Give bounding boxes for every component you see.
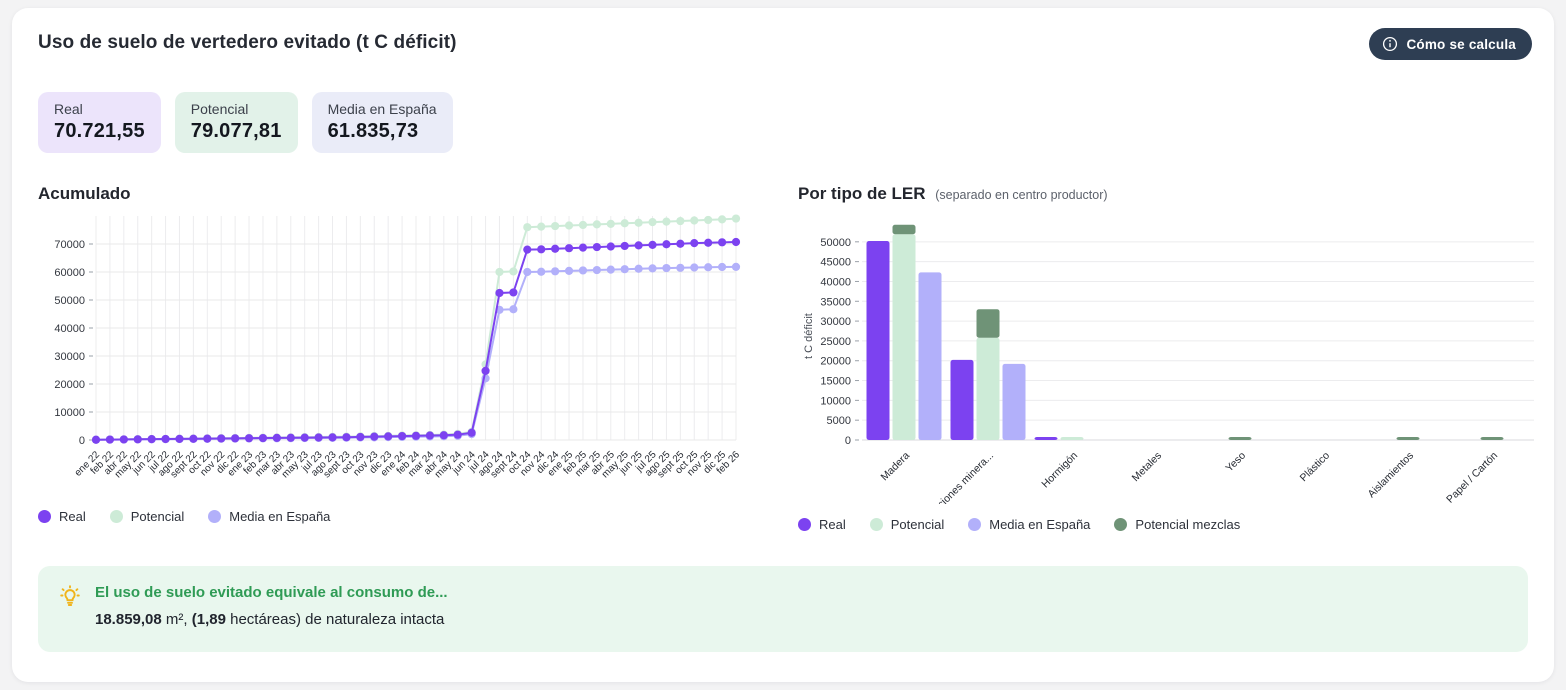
svg-text:50000: 50000 — [820, 237, 851, 249]
stat-value: 70.721,55 — [54, 120, 145, 143]
equivalence-part: (1,89 — [192, 611, 226, 628]
legend-dot — [968, 518, 981, 531]
svg-text:25000: 25000 — [820, 336, 851, 348]
legend-label: Real — [819, 517, 846, 532]
svg-text:Papel / Cartón: Papel / Cartón — [1444, 450, 1500, 504]
y-axis-label: t C déficit — [803, 313, 815, 359]
legend-item-real[interactable]: Real — [798, 517, 846, 532]
info-icon — [1382, 36, 1398, 52]
svg-text:Plástico: Plástico — [1298, 450, 1333, 485]
legend-label: Potencial — [891, 517, 944, 532]
svg-text:Madera: Madera — [878, 450, 912, 484]
svg-text:Hormigón: Hormigón — [1039, 450, 1080, 491]
legend-dot — [1114, 518, 1127, 531]
panel-card: Uso de suelo de vertedero evitado (t C d… — [12, 8, 1554, 682]
svg-text:0: 0 — [79, 435, 85, 447]
legend-label: Potencial — [131, 509, 184, 524]
accumulated-chart-section: Acumulado 0 10000 20000 30000 40000 50000 6000… — [38, 184, 754, 524]
legend-item-potencial-mezclas[interactable]: Potencial mezclas — [1114, 517, 1240, 532]
legend-label: Media en España — [989, 517, 1090, 532]
legend-item-media-en-espa-a[interactable]: Media en España — [208, 509, 330, 524]
svg-text:40000: 40000 — [820, 276, 851, 288]
ler-chart-subtitle: (separado en centro productor) — [935, 188, 1107, 202]
accumulated-chart-legend: Real Potencial Media en España — [38, 509, 754, 524]
svg-text:Fracciones minera...: Fracciones minera... — [920, 450, 996, 504]
how-calculated-button[interactable]: Cómo se calcula — [1369, 28, 1532, 60]
svg-text:15000: 15000 — [820, 376, 851, 388]
legend-item-potencial[interactable]: Potencial — [110, 509, 184, 524]
accumulated-chart-title: Acumulado — [38, 184, 754, 204]
svg-text:40000: 40000 — [54, 323, 85, 335]
equivalence-text: El uso de suelo evitado equivale al cons… — [95, 582, 448, 628]
stat-value: 61.835,73 — [328, 120, 437, 143]
legend-label: Media en España — [229, 509, 330, 524]
ler-chart-section: Por tipo de LER (separado en centro prod… — [798, 184, 1546, 532]
legend-item-real[interactable]: Real — [38, 509, 86, 524]
legend-label: Potencial mezclas — [1135, 517, 1240, 532]
legend-dot — [208, 510, 221, 523]
ler-chart-title: Por tipo de LER (separado en centro prod… — [798, 184, 1546, 204]
stat-label: Media en España — [328, 101, 437, 117]
svg-text:Metales: Metales — [1130, 450, 1164, 484]
svg-text:Yeso: Yeso — [1223, 450, 1248, 475]
legend-dot — [798, 518, 811, 531]
svg-text:45000: 45000 — [820, 257, 851, 269]
stat-label: Real — [54, 101, 145, 117]
legend-dot — [870, 518, 883, 531]
how-calculated-label: Cómo se calcula — [1406, 37, 1516, 52]
ler-chart-legend: Real Potencial Media en España Potencial me… — [798, 517, 1546, 532]
legend-dot — [110, 510, 123, 523]
svg-text:30000: 30000 — [820, 316, 851, 328]
svg-text:20000: 20000 — [820, 356, 851, 368]
svg-text:50000: 50000 — [54, 295, 85, 307]
accumulated-line-chart: 0 10000 20000 30000 40000 50000 60000 70000 ene … — [38, 208, 754, 496]
legend-item-media-en-espa-a[interactable]: Media en España — [968, 517, 1090, 532]
equivalence-part: hectáreas) de naturaleza intacta — [226, 611, 444, 628]
svg-text:Aislamientos: Aislamientos — [1366, 450, 1417, 501]
svg-text:0: 0 — [845, 435, 851, 447]
svg-text:10000: 10000 — [820, 395, 851, 407]
equivalence-value-line: 18.859,08 m², (1,89 hectáreas) de natura… — [95, 611, 448, 628]
svg-text:20000: 20000 — [54, 379, 85, 391]
legend-dot — [38, 510, 51, 523]
stat-label: Potencial — [191, 101, 282, 117]
lightbulb-icon — [58, 584, 82, 608]
equivalence-heading: El uso de suelo evitado equivale al cons… — [95, 584, 448, 601]
legend-item-potencial[interactable]: Potencial — [870, 517, 944, 532]
panel-header: Uso de suelo de vertedero evitado (t C d… — [38, 28, 1532, 60]
stat-cards: Real 70.721,55 Potencial 79.077,81 Media… — [38, 92, 453, 153]
equivalence-info-box: El uso de suelo evitado equivale al cons… — [38, 566, 1528, 652]
svg-text:60000: 60000 — [54, 267, 85, 279]
svg-text:10000: 10000 — [54, 407, 85, 419]
stat-card-real: Real 70.721,55 — [38, 92, 161, 153]
ler-chart-title-text: Por tipo de LER — [798, 184, 926, 203]
svg-text:35000: 35000 — [820, 296, 851, 308]
x-axis-labels: MaderaFracciones minera... Hormigón Metale… — [878, 450, 1500, 504]
page-title: Uso de suelo de vertedero evitado (t C d… — [38, 28, 457, 54]
ler-bar-chart: 0 5000 10000 15000 20000 25000 30000 35000 40000… — [798, 208, 1546, 504]
stat-value: 79.077,81 — [191, 120, 282, 143]
svg-text:30000: 30000 — [54, 351, 85, 363]
svg-text:5000: 5000 — [827, 415, 851, 427]
legend-label: Real — [59, 509, 86, 524]
equivalence-part: 18.859,08 — [95, 611, 162, 628]
gridlines — [89, 216, 736, 440]
x-axis-labels: ene 22feb 22abr 22may 22jun 22jul 22ago … — [73, 449, 743, 480]
stat-card-media-espana: Media en España 61.835,73 — [312, 92, 453, 153]
stat-card-potencial: Potencial 79.077,81 — [175, 92, 298, 153]
equivalence-part: m², — [162, 611, 192, 628]
svg-text:70000: 70000 — [54, 239, 85, 251]
